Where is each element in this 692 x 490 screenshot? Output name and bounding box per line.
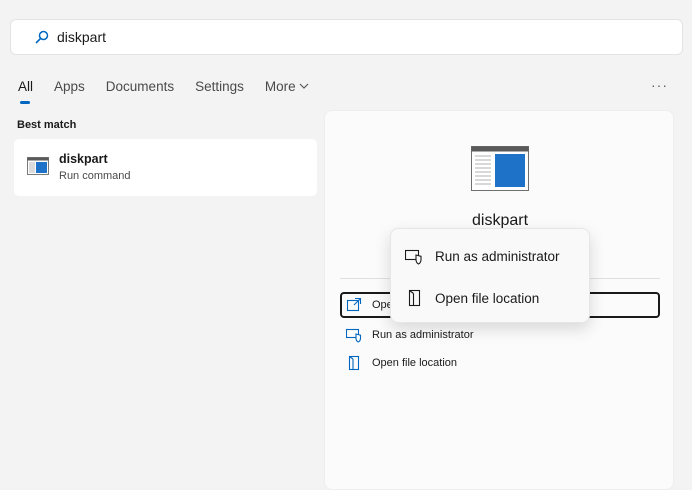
tab-more[interactable]: More <box>265 77 309 95</box>
tab-all[interactable]: All <box>18 77 33 104</box>
folder-location-icon <box>405 289 423 307</box>
run-as-admin-action[interactable]: Run as administrator <box>346 325 474 345</box>
context-menu-run-as-admin[interactable]: Run as administrator <box>405 245 560 267</box>
more-options-button[interactable]: ··· <box>651 77 668 93</box>
result-title: diskpart <box>59 152 108 166</box>
shield-admin-icon <box>405 247 423 265</box>
search-input[interactable] <box>57 29 557 45</box>
diskpart-large-icon <box>471 146 529 191</box>
open-icon <box>346 297 362 313</box>
search-icon <box>35 30 49 44</box>
best-match-heading: Best match <box>17 119 77 131</box>
search-filter-tabs: All Apps Documents Settings More <box>18 77 330 104</box>
best-match-result[interactable]: diskpart Run command <box>14 139 317 196</box>
tab-apps[interactable]: Apps <box>54 77 85 95</box>
context-menu-open-file-location[interactable]: Open file location <box>405 287 539 309</box>
context-menu: Run as administrator Open file location <box>390 228 590 323</box>
folder-location-icon <box>346 355 362 371</box>
tab-settings[interactable]: Settings <box>195 77 244 95</box>
diskpart-app-icon <box>27 157 49 175</box>
result-subtitle: Run command <box>59 170 131 182</box>
shield-admin-icon <box>346 327 362 343</box>
open-file-location-action[interactable]: Open file location <box>346 353 457 373</box>
search-box[interactable] <box>10 19 683 55</box>
tab-documents[interactable]: Documents <box>106 77 174 95</box>
chevron-down-icon <box>299 83 309 89</box>
